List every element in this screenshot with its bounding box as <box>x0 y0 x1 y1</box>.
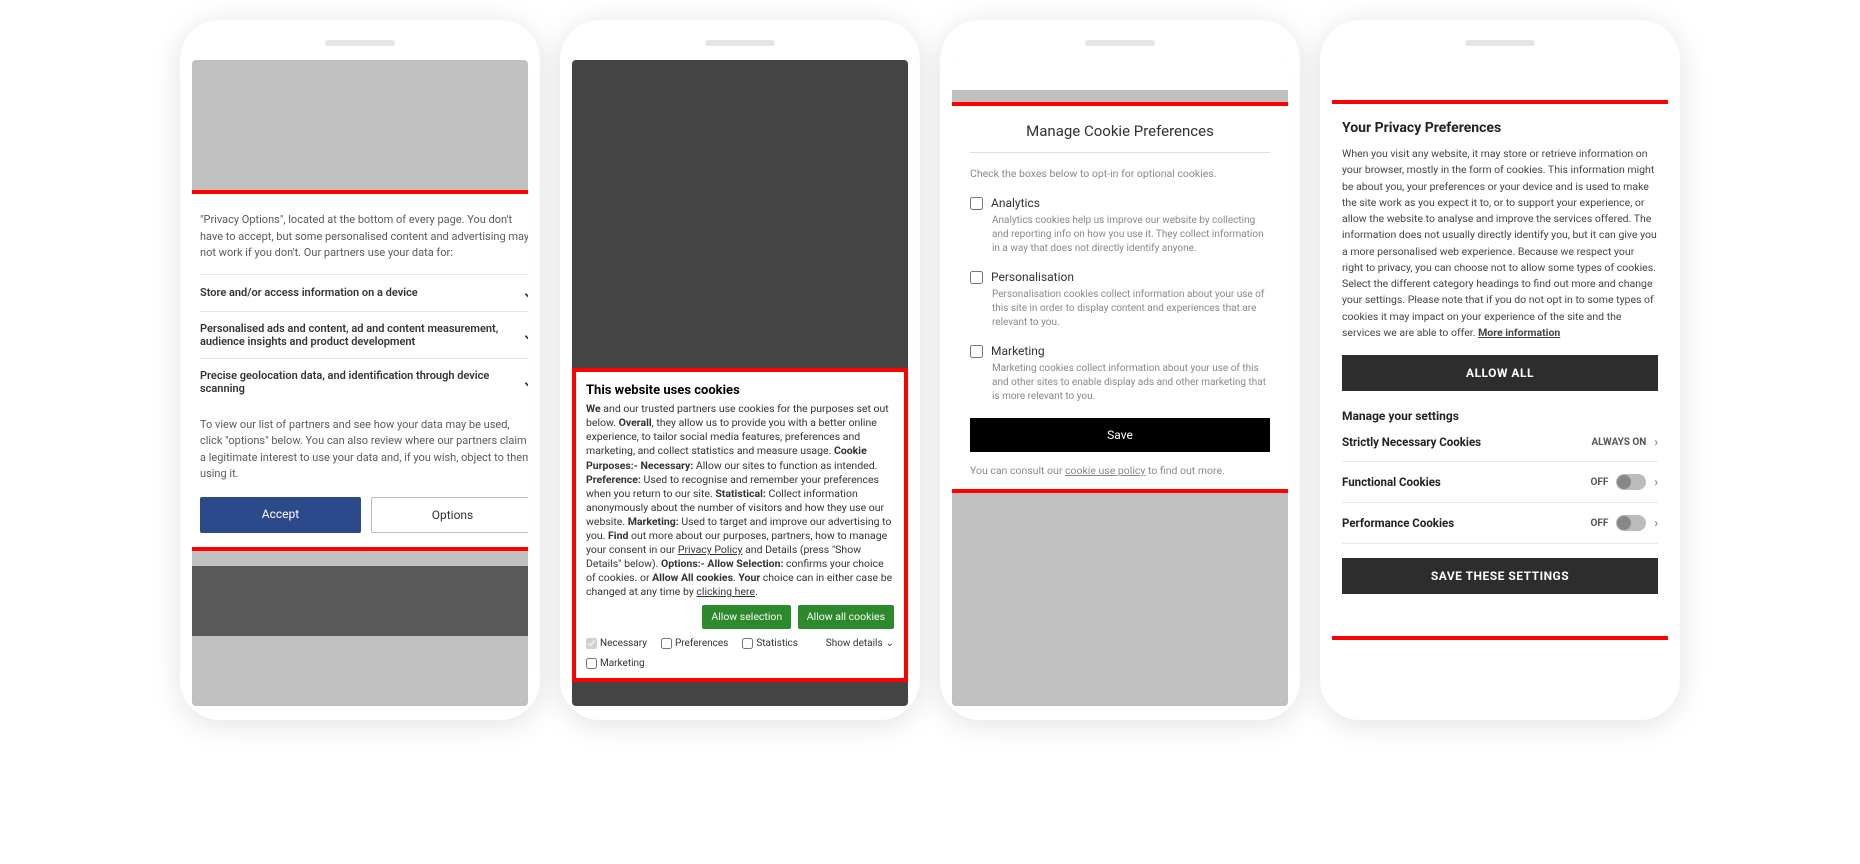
dialog-note-text: To view our list of partners and see how… <box>200 417 528 483</box>
setting-state: ALWAYS ON <box>1591 437 1646 448</box>
dialog-title: Manage Cookie Preferences <box>970 122 1270 140</box>
strictly-necessary-row[interactable]: Strictly Necessary Cookies ALWAYS ON › <box>1342 423 1658 462</box>
marketing-checkbox[interactable]: Marketing <box>586 657 894 670</box>
privacy-policy-link[interactable]: Privacy Policy <box>678 543 743 556</box>
option-description: Personalisation cookies collect informat… <box>970 288 1270 330</box>
option-label: Analytics <box>991 196 1040 210</box>
functional-cookies-row[interactable]: Functional Cookies OFF › <box>1342 462 1658 503</box>
allow-all-button[interactable]: ALLOW ALL <box>1342 355 1658 391</box>
phone-mockup-4: Your Privacy Preferences When you visit … <box>1320 20 1680 720</box>
cookie-dialog: "Privacy Options", located at the bottom… <box>192 190 528 551</box>
checkbox-row: Necessary Preferences Statistics Show de… <box>586 637 894 670</box>
dialog-title: This website uses cookies <box>586 382 894 399</box>
personalisation-checkbox[interactable] <box>970 271 983 284</box>
options-button[interactable]: Options <box>371 497 528 533</box>
chevron-down-icon: ⌄ <box>522 285 528 301</box>
clicking-here-link[interactable]: clicking here <box>696 585 755 598</box>
toggle-switch[interactable] <box>1616 474 1646 490</box>
chevron-right-icon: › <box>1654 516 1658 530</box>
accordion-personalised-ads[interactable]: Personalised ads and content, ad and con… <box>200 311 528 358</box>
chevron-right-icon: › <box>1654 475 1658 489</box>
chevron-right-icon: › <box>1654 435 1658 449</box>
personalisation-option: Personalisation Personalisation cookies … <box>970 270 1270 330</box>
accordion-label: Personalised ads and content, ad and con… <box>200 322 522 348</box>
setting-state: OFF <box>1590 477 1608 488</box>
chevron-down-icon: ⌄ <box>522 374 528 390</box>
cookie-policy-link[interactable]: cookie use policy <box>1065 464 1145 477</box>
chevron-down-icon: ⌄ <box>522 327 528 343</box>
dialog-subtitle: Check the boxes below to opt-in for opti… <box>970 167 1270 180</box>
setting-label: Strictly Necessary Cookies <box>1342 435 1481 449</box>
accordion-label: Precise geolocation data, and identifica… <box>200 369 522 395</box>
dialog-body: When you visit any website, it may store… <box>1342 146 1658 341</box>
bold-we: We <box>586 402 601 415</box>
necessary-checkbox[interactable]: Necessary <box>586 637 647 650</box>
option-description: Analytics cookies help us improve our we… <box>970 214 1270 256</box>
marketing-checkbox[interactable] <box>970 345 983 358</box>
chevron-down-icon: ⌄ <box>886 637 894 650</box>
background-bar <box>192 566 528 636</box>
option-label: Marketing <box>991 344 1045 358</box>
save-settings-button[interactable]: SAVE THESE SETTINGS <box>1342 558 1658 594</box>
allow-selection-button[interactable]: Allow selection <box>702 605 791 629</box>
phone-speaker <box>705 40 775 46</box>
cookie-dialog: Manage Cookie Preferences Check the boxe… <box>952 102 1288 493</box>
background-header <box>952 60 1288 90</box>
divider <box>970 152 1270 153</box>
accordion-store-access[interactable]: Store and/or access information on a dev… <box>200 274 528 311</box>
dialog-button-row: Accept Options <box>200 497 528 533</box>
dialog-body: We and our trusted partners use cookies … <box>586 402 894 599</box>
statistics-checkbox[interactable]: Statistics <box>742 637 798 650</box>
phone-mockup-2: This website uses cookies We and our tru… <box>560 20 920 720</box>
phone-mockup-1: "Privacy Options", located at the bottom… <box>180 20 540 720</box>
setting-state: OFF <box>1590 518 1608 529</box>
setting-right: OFF › <box>1590 474 1658 490</box>
setting-label: Functional Cookies <box>1342 475 1441 489</box>
accept-button[interactable]: Accept <box>200 497 361 533</box>
option-description: Marketing cookies collect information ab… <box>970 362 1270 404</box>
phone-screen: Manage Cookie Preferences Check the boxe… <box>952 60 1288 706</box>
phone-screen: Your Privacy Preferences When you visit … <box>1332 60 1668 706</box>
phone-mockup-3: Manage Cookie Preferences Check the boxe… <box>940 20 1300 720</box>
preferences-checkbox[interactable]: Preferences <box>661 637 728 650</box>
phone-screen: "Privacy Options", located at the bottom… <box>192 60 528 706</box>
analytics-checkbox[interactable] <box>970 197 983 210</box>
show-details-link[interactable]: Show details⌄ <box>826 637 894 650</box>
setting-label: Performance Cookies <box>1342 516 1454 530</box>
phone-speaker <box>1465 40 1535 46</box>
save-button[interactable]: Save <box>970 418 1270 452</box>
phone-screen: This website uses cookies We and our tru… <box>572 60 908 706</box>
cookie-dialog: This website uses cookies We and our tru… <box>572 368 908 682</box>
toggle-switch[interactable] <box>1616 515 1646 531</box>
performance-cookies-row[interactable]: Performance Cookies OFF › <box>1342 503 1658 544</box>
marketing-option: Marketing Marketing cookies collect info… <box>970 344 1270 404</box>
analytics-option: Analytics Analytics cookies help us impr… <box>970 196 1270 256</box>
manage-settings-heading: Manage your settings <box>1342 409 1658 423</box>
phone-speaker <box>1085 40 1155 46</box>
dialog-title: Your Privacy Preferences <box>1342 120 1658 136</box>
option-label: Personalisation <box>991 270 1074 284</box>
dialog-button-row: Allow selection Allow all cookies <box>586 605 894 629</box>
phone-speaker <box>325 40 395 46</box>
allow-all-button[interactable]: Allow all cookies <box>798 605 894 629</box>
consult-text: You can consult our cookie use policy to… <box>970 464 1270 477</box>
more-information-link[interactable]: More information <box>1478 326 1560 339</box>
cookie-dialog: Your Privacy Preferences When you visit … <box>1332 100 1668 640</box>
accordion-label: Store and/or access information on a dev… <box>200 286 418 299</box>
accordion-geolocation[interactable]: Precise geolocation data, and identifica… <box>200 358 528 405</box>
dialog-intro-text: "Privacy Options", located at the bottom… <box>200 212 528 262</box>
setting-right: OFF › <box>1590 515 1658 531</box>
setting-right: ALWAYS ON › <box>1591 435 1658 449</box>
